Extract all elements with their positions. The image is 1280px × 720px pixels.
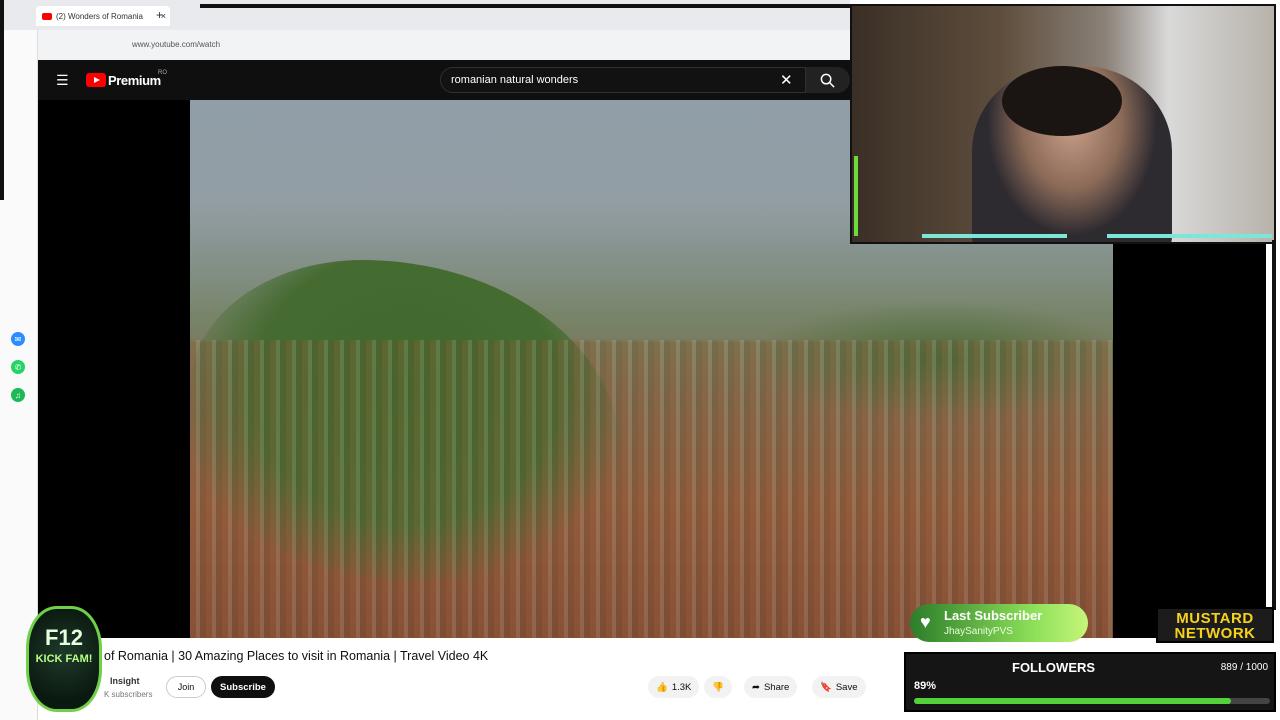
thumbs-up-icon: 👍 (656, 681, 668, 693)
badge-line1: F12 (45, 625, 83, 650)
whatsapp-icon[interactable]: ✆ (11, 360, 25, 374)
video-title: of Romania | 30 Amazing Places to visit … (104, 649, 489, 663)
kick-fam-badge: F12 KICK FAM! (26, 606, 102, 712)
address-bar[interactable]: www.youtube.com/watch (0, 30, 850, 60)
webcam-bar-right (1107, 234, 1272, 238)
video-city-roofs (190, 340, 1113, 638)
overlay-frame-line (1272, 240, 1276, 610)
save-button[interactable]: 🔖 Save (812, 676, 866, 698)
bookmark-icon: 🔖 (820, 681, 832, 693)
last-subscriber-title: Last Subscriber (944, 608, 1043, 623)
followers-goal-widget: FOLLOWERS 889 / 1000 89% (904, 652, 1276, 712)
channel-name[interactable]: Insight (110, 676, 140, 686)
last-subscriber-name: JhaySanityPVS (944, 626, 1013, 637)
subscribe-button[interactable]: Subscribe (211, 676, 275, 698)
close-icon[interactable]: ✕ (780, 71, 793, 89)
subscriber-count: K subscribers (104, 690, 153, 699)
followers-progress-fill (914, 698, 1231, 704)
followers-count: 889 / 1000 (1220, 662, 1268, 673)
like-button[interactable]: 👍 1.3K (648, 676, 700, 698)
region-code: RO (158, 70, 167, 76)
followers-title: FOLLOWERS (1012, 660, 1096, 675)
overlay-frame-line (200, 4, 850, 8)
url-text[interactable]: www.youtube.com/watch (132, 40, 220, 49)
dislike-button[interactable]: 👎 (704, 676, 732, 698)
save-label: Save (835, 681, 858, 693)
webcam-bar-left (922, 234, 1067, 238)
streamer-hair (1002, 66, 1122, 136)
network-line2: NETWORK (1174, 625, 1256, 642)
browser-tab[interactable]: (2) Wonders of Romania × (36, 6, 170, 26)
youtube-favicon-icon (42, 12, 52, 20)
followers-progress-track (914, 698, 1270, 704)
browser-sidebar: ✉ ✆ ♫ (0, 30, 38, 720)
hamburger-icon[interactable]: ☰ (56, 72, 69, 89)
share-icon: ➦ (752, 681, 760, 693)
like-count: 1.3K (671, 681, 692, 693)
search-icon (820, 73, 835, 88)
heart-icon: ♥ (920, 612, 931, 632)
tab-title: (2) Wonders of Romania (56, 11, 143, 21)
badge-line2: KICK FAM! (35, 653, 93, 665)
share-button[interactable]: ➦ Share (744, 676, 798, 698)
youtube-brand[interactable]: Premium (108, 73, 161, 88)
share-label: Share (763, 681, 790, 693)
overlay-frame-line (0, 0, 4, 200)
new-tab-button[interactable]: + (156, 8, 163, 22)
spotify-icon[interactable]: ♫ (11, 388, 25, 402)
search-button[interactable] (806, 67, 850, 93)
network-logo: MUSTARD NETWORK (1156, 607, 1274, 643)
messenger-icon[interactable]: ✉ (11, 332, 25, 346)
youtube-logo-icon[interactable] (86, 73, 106, 87)
youtube-header: ☰ Premium RO romanian natural wonders ✕ (38, 60, 850, 100)
search-input[interactable]: romanian natural wonders (440, 67, 806, 93)
last-subscriber-widget: ♥ Last Subscriber JhaySanityPVS (910, 604, 1088, 642)
thumbs-down-icon: 👎 (712, 681, 724, 693)
webcam-feed (850, 4, 1276, 244)
webcam-side-bar (854, 156, 858, 236)
followers-percent: 89% (914, 680, 937, 692)
join-button[interactable]: Join (166, 676, 206, 698)
